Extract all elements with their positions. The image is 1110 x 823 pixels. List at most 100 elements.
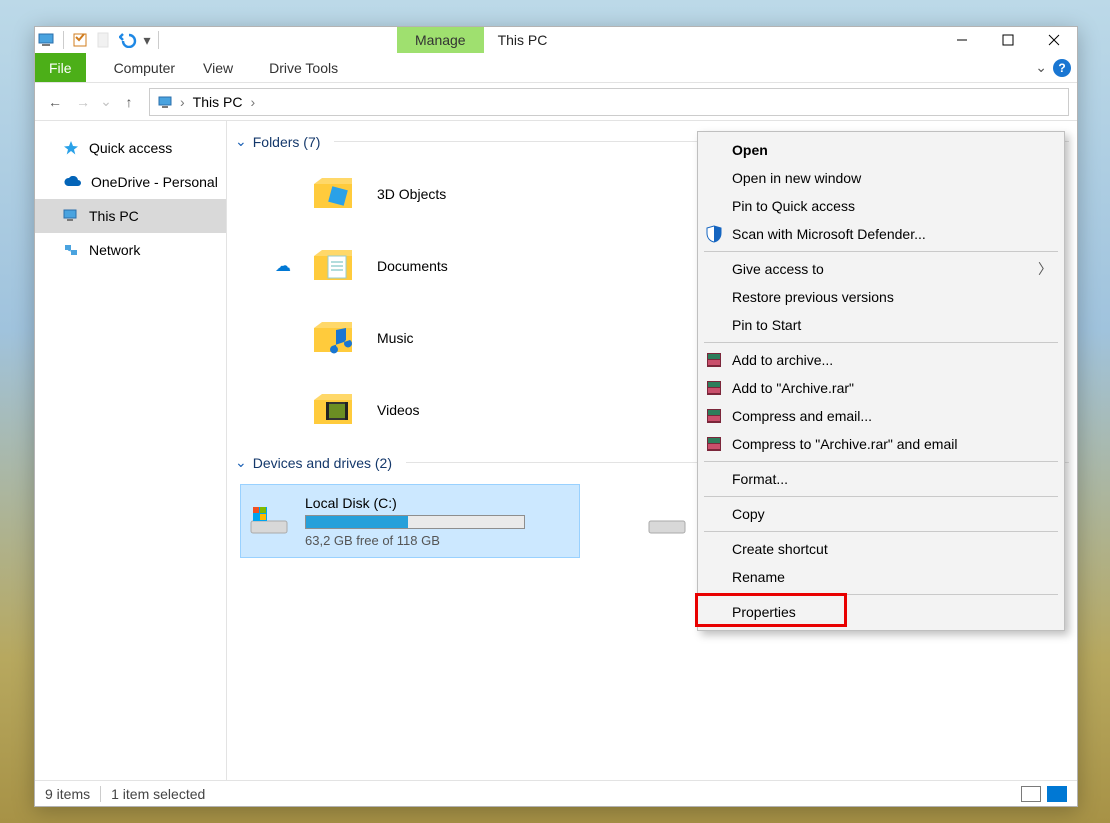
menu-separator: [704, 496, 1058, 497]
menu-item[interactable]: Restore previous versions: [698, 283, 1064, 311]
menu-separator: [704, 594, 1058, 595]
folder-label: Videos: [377, 402, 420, 418]
drive-free-text: 63,2 GB free of 118 GB: [305, 533, 573, 548]
window-title: This PC: [498, 32, 548, 48]
menu-item[interactable]: Add to "Archive.rar": [698, 374, 1064, 402]
minimize-button[interactable]: [939, 27, 985, 53]
menu-item-label: Scan with Microsoft Defender...: [732, 226, 926, 242]
menu-item-label: Properties: [732, 604, 796, 620]
folder-icon: [311, 314, 359, 362]
menu-item-label: Add to "Archive.rar": [732, 380, 854, 396]
menu-item[interactable]: Format...: [698, 465, 1064, 493]
group-label: Folders (7): [253, 134, 321, 150]
pc-icon: [35, 28, 59, 52]
folder-label: Documents: [377, 258, 448, 274]
menu-separator: [704, 531, 1058, 532]
sidebar-item-onedrive[interactable]: OneDrive - Personal: [35, 165, 226, 199]
chevron-down-icon: ⌄: [235, 133, 247, 150]
up-button[interactable]: ↑: [117, 90, 141, 114]
menu-item[interactable]: Properties: [698, 598, 1064, 626]
pc-icon: [154, 90, 178, 114]
menu-item[interactable]: Give access to 〉: [698, 255, 1064, 283]
menu-item-label: Compress and email...: [732, 408, 872, 424]
menu-item-label: Open in new window: [732, 170, 861, 186]
undo-qat-icon[interactable]: [116, 28, 140, 52]
menu-item-label: Add to archive...: [732, 352, 833, 368]
menu-item-label: Compress to "Archive.rar" and email: [732, 436, 957, 452]
manage-contextual-tab[interactable]: Manage: [397, 27, 484, 53]
rar-icon: [704, 434, 724, 454]
details-view-icon[interactable]: [1021, 786, 1041, 802]
menu-item[interactable]: Rename: [698, 563, 1064, 591]
menu-separator: [704, 461, 1058, 462]
back-button[interactable]: ←: [43, 90, 67, 114]
ribbon-tabs: File Computer View Drive Tools ⌄ ?: [35, 53, 1077, 83]
rar-icon: [704, 406, 724, 426]
properties-qat-icon[interactable]: [68, 28, 92, 52]
folder-label: Music: [377, 330, 414, 346]
folder-icon: [311, 242, 359, 290]
title-bar: ▾ Manage This PC: [35, 27, 1077, 53]
submenu-arrow-icon: 〉: [1038, 259, 1052, 279]
menu-item-label: Pin to Start: [732, 317, 801, 333]
maximize-button[interactable]: [985, 27, 1031, 53]
context-menu: Open Open in new window Pin to Quick acces…: [697, 131, 1065, 631]
tab-view[interactable]: View: [189, 53, 247, 82]
menu-item-label: Give access to: [732, 261, 824, 277]
tab-drive-tools[interactable]: Drive Tools: [255, 53, 352, 82]
menu-separator: [704, 251, 1058, 252]
breadcrumb-caret-icon[interactable]: ›: [248, 94, 257, 110]
menu-item[interactable]: Copy: [698, 500, 1064, 528]
menu-item-label: Format...: [732, 471, 788, 487]
cloud-status-icon: ☁: [273, 256, 293, 276]
menu-item[interactable]: Open in new window: [698, 164, 1064, 192]
sidebar-item-network[interactable]: Network: [35, 233, 226, 267]
recent-dropdown-icon[interactable]: ⌄: [99, 90, 113, 114]
sidebar-item-label: This PC: [89, 208, 139, 224]
breadcrumb[interactable]: This PC: [187, 94, 249, 110]
menu-item[interactable]: Scan with Microsoft Defender...: [698, 220, 1064, 248]
new-folder-qat-icon[interactable]: [92, 28, 116, 52]
drive-item[interactable]: Local Disk (C:)63,2 GB free of 118 GB: [241, 485, 579, 557]
menu-item-label: Create shortcut: [732, 541, 828, 557]
menu-item[interactable]: Pin to Quick access: [698, 192, 1064, 220]
ribbon-chevron-icon[interactable]: ⌄: [1035, 59, 1047, 76]
drive-icon: [247, 499, 291, 543]
help-icon[interactable]: ?: [1053, 59, 1071, 77]
menu-item[interactable]: Add to archive...: [698, 346, 1064, 374]
main-pane: ⌄ Folders (7) 3D Objects☁DocumentsMusicV…: [227, 121, 1077, 780]
menu-item[interactable]: Create shortcut: [698, 535, 1064, 563]
menu-item-label: Pin to Quick access: [732, 198, 855, 214]
network-icon: [63, 243, 79, 257]
separator: [63, 31, 64, 49]
star-icon: [63, 140, 79, 156]
cloud-icon: [63, 176, 81, 188]
drive-icon: [645, 499, 689, 543]
sidebar-item-quick-access[interactable]: Quick access: [35, 131, 226, 165]
menu-item-label: Copy: [732, 506, 765, 522]
qat-dropdown-icon[interactable]: ▾: [140, 28, 154, 52]
menu-item[interactable]: Pin to Start: [698, 311, 1064, 339]
forward-button[interactable]: →: [71, 90, 95, 114]
status-items: 9 items: [45, 786, 90, 802]
tab-file[interactable]: File: [35, 53, 86, 82]
content-area: Quick access OneDrive - Personal This PC…: [35, 121, 1077, 780]
sidebar-item-label: Network: [89, 242, 140, 258]
menu-item[interactable]: Compress to "Archive.rar" and email: [698, 430, 1064, 458]
chevron-down-icon: ⌄: [235, 454, 247, 471]
sidebar-item-this-pc[interactable]: This PC: [35, 199, 226, 233]
quick-access-toolbar: ▾: [35, 27, 163, 53]
menu-item[interactable]: Compress and email...: [698, 402, 1064, 430]
address-bar[interactable]: › This PC ›: [149, 88, 1069, 116]
group-label: Devices and drives (2): [253, 455, 392, 471]
large-icons-view-icon[interactable]: [1047, 786, 1067, 802]
explorer-window: ▾ Manage This PC File Computer View Driv…: [34, 26, 1078, 807]
pc-icon: [63, 209, 79, 223]
tab-computer[interactable]: Computer: [100, 53, 189, 82]
navigation-bar: ← → ⌄ ↑ › This PC ›: [35, 83, 1077, 121]
breadcrumb-caret-icon[interactable]: ›: [178, 94, 187, 110]
rar-icon: [704, 378, 724, 398]
menu-item[interactable]: Open: [698, 136, 1064, 164]
close-button[interactable]: [1031, 27, 1077, 53]
menu-separator: [704, 342, 1058, 343]
